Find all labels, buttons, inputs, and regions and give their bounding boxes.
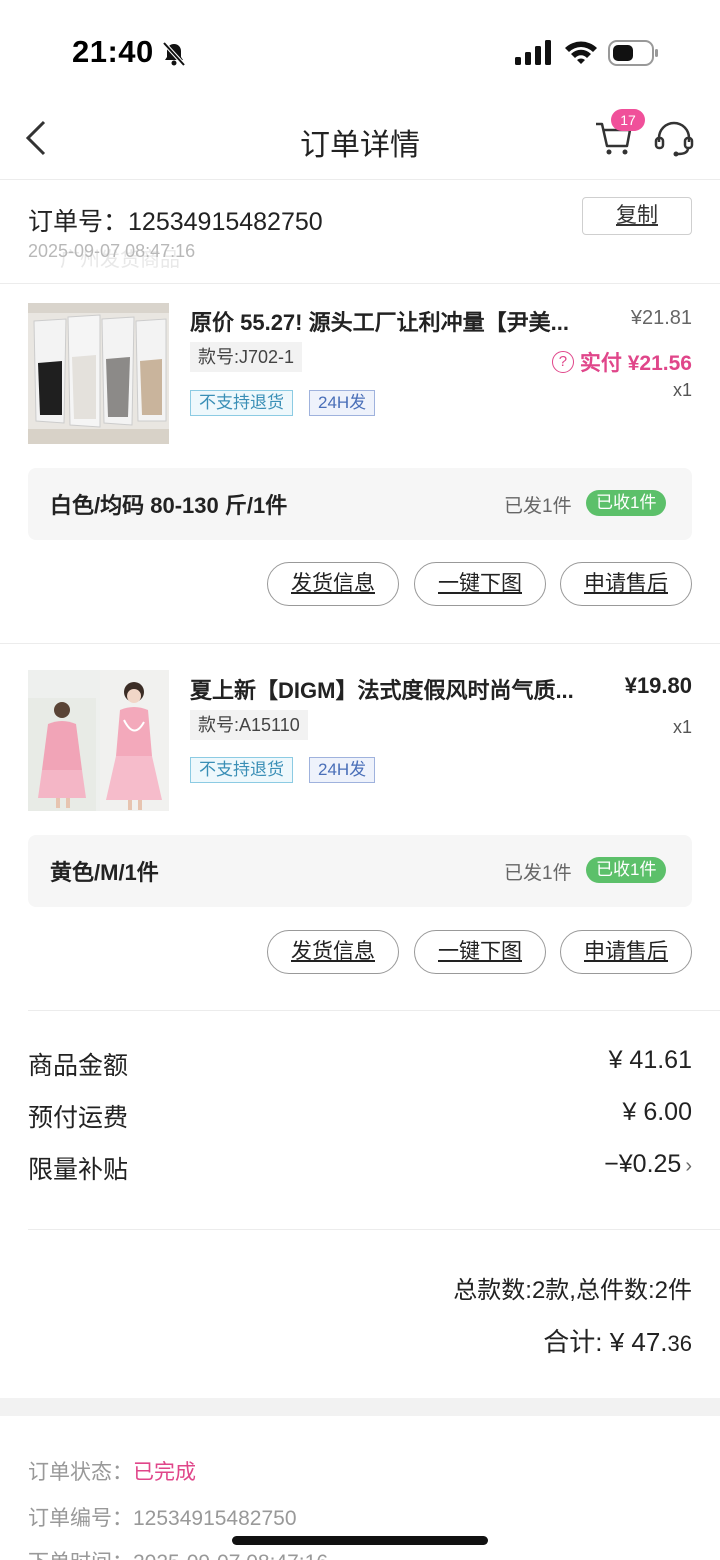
customer-service-icon[interactable] <box>654 120 694 158</box>
product-sku: 款号:J702-1 <box>190 342 303 372</box>
order-date: 2025-09-07 08:47:16 <box>28 241 196 261</box>
signal-icon <box>515 40 551 65</box>
received-badge: 已收1件 <box>586 490 667 516</box>
shipping-info-button[interactable]: 发货信息 <box>267 562 399 606</box>
status-time: 21:40 <box>72 34 154 69</box>
cost-label: 商品金额 <box>28 1052 129 1080</box>
order-header: 广州发货商品 订单号：12534915482750 2025-09-07 08:… <box>0 181 720 284</box>
info-label: 下单时间： <box>28 1551 133 1560</box>
info-label: 订单编号： <box>28 1507 133 1530</box>
product-photo-tanktops <box>28 303 169 444</box>
order-number-label: 订单号： <box>28 208 129 236</box>
ship-24h-tag: 24H发 <box>309 757 376 783</box>
sum-main: ¥ 47. <box>609 1327 668 1357</box>
cost-value: ¥ 41.61 <box>608 1046 692 1074</box>
status-bar: 21:40 <box>0 0 720 100</box>
product-quantity: x1 <box>672 380 692 400</box>
paid-amount: ? 实付 ¥21.56 <box>551 347 692 377</box>
spec-text: 白色/均码 80-130 斤/1件 <box>50 493 288 518</box>
nav-bar: 订单详情 17 <box>0 100 720 180</box>
product-item: 夏上新【DIGM】法式度假风时尚气质... ¥19.80 款号:A15110 x… <box>0 652 720 1012</box>
copy-button[interactable]: 复制 <box>582 197 692 235</box>
received-badge: 已收1件 <box>586 857 667 883</box>
paid-amount-text: 实付 ¥21.56 <box>579 352 692 375</box>
cost-row-subsidy[interactable]: 限量补贴 −¥0.25 › <box>28 1150 692 1190</box>
order-number-value: 12534915482750 <box>128 208 323 236</box>
product-price: ¥19.80 <box>624 673 692 698</box>
download-images-button[interactable]: 一键下图 <box>414 562 546 606</box>
sum-cents: 36 <box>667 1331 692 1356</box>
wifi-icon <box>565 41 597 64</box>
order-number: 订单号：12534915482750 <box>28 202 323 238</box>
section-separator <box>0 1398 720 1416</box>
spec-box: 白色/均码 80-130 斤/1件 已发1件 已收1件 <box>28 468 692 540</box>
cost-label: 预付运费 <box>28 1104 129 1132</box>
question-icon[interactable]: ? <box>551 351 574 373</box>
spec-text: 黄色/M/1件 <box>50 860 159 885</box>
subsidy-value: −¥0.25 <box>604 1150 682 1178</box>
after-sale-button[interactable]: 申请售后 <box>560 930 692 974</box>
after-sale-button[interactable]: 申请售后 <box>560 562 692 606</box>
order-number-value: 12534915482750 <box>133 1507 297 1530</box>
order-status-row: 订单状态：已完成 <box>28 1456 196 1486</box>
ship-24h-tag: 24H发 <box>309 390 376 416</box>
chevron-right-icon[interactable]: › <box>685 1155 692 1178</box>
home-indicator[interactable] <box>232 1536 488 1545</box>
product-item: 原价 55.27! 源头工厂让利冲量【尹美... ¥21.81 款号:J702-… <box>0 284 720 644</box>
product-price: ¥21.81 <box>630 307 692 329</box>
product-title[interactable]: 原价 55.27! 源头工厂让利冲量【尹美... <box>190 305 602 337</box>
order-number-row: 订单编号：12534915482750 <box>28 1502 297 1532</box>
shipped-count: 已发1件 <box>504 863 572 884</box>
cost-row-shipping: 预付运费 ¥ 6.00 <box>28 1098 692 1138</box>
shipped-count: 已发1件 <box>504 496 572 517</box>
divider <box>28 1229 720 1230</box>
cost-row-goods: 商品金额 ¥ 41.61 <box>28 1046 692 1086</box>
product-quantity: x1 <box>672 717 692 737</box>
no-return-tag: 不支持退货 <box>190 390 293 416</box>
product-photo-dress <box>28 670 169 811</box>
download-images-button[interactable]: 一键下图 <box>414 930 546 974</box>
totals-count: 总款数:2款,总件数:2件 <box>453 1277 692 1304</box>
no-return-tag: 不支持退货 <box>190 757 293 783</box>
product-image[interactable] <box>28 303 169 444</box>
order-status-value: 已完成 <box>133 1461 196 1484</box>
product-title[interactable]: 夏上新【DIGM】法式度假风时尚气质... <box>190 673 602 705</box>
shipping-info-button[interactable]: 发货信息 <box>267 930 399 974</box>
spec-box: 黄色/M/1件 已发1件 已收1件 <box>28 835 692 907</box>
product-sku: 款号:A15110 <box>190 710 308 740</box>
cost-value: ¥ 6.00 <box>622 1098 692 1126</box>
cost-label: 限量补贴 <box>28 1156 129 1184</box>
totals-sum: 合计: ¥ 47.36 <box>543 1322 692 1359</box>
product-image[interactable] <box>28 670 169 811</box>
divider <box>28 1010 720 1011</box>
divider <box>0 643 720 644</box>
sum-label: 合计: <box>543 1327 603 1357</box>
order-time-value: 2025-09-07 08:47:16 <box>133 1551 328 1560</box>
order-time-row: 下单时间：2025-09-07 08:47:16 <box>28 1546 328 1560</box>
battery-icon <box>608 40 658 66</box>
bell-muted-icon <box>162 41 186 67</box>
info-label: 订单状态： <box>28 1461 133 1484</box>
cost-value: −¥0.25 › <box>604 1150 692 1179</box>
cart-count-badge: 17 <box>611 109 645 131</box>
